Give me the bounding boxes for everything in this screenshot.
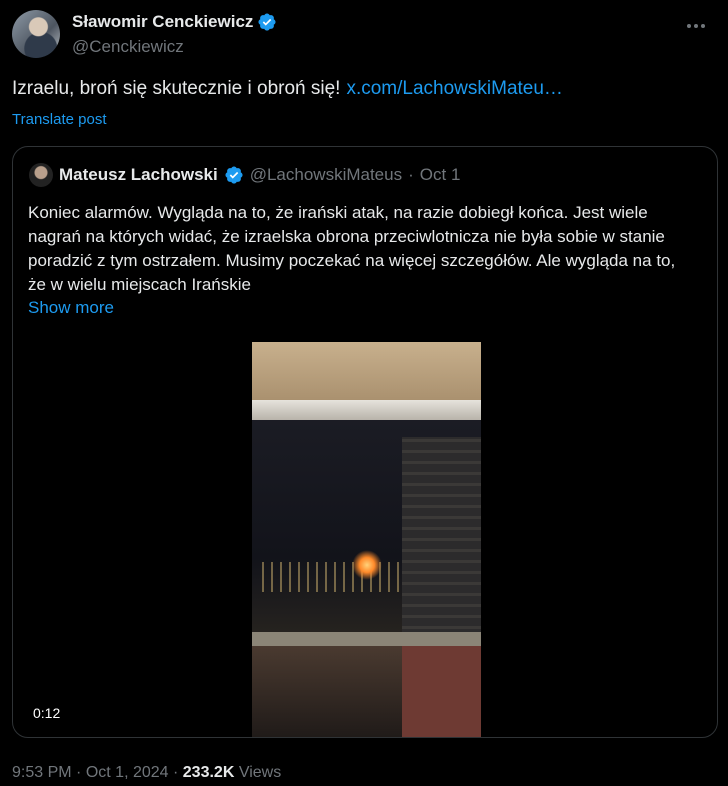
quoted-author-avatar	[29, 163, 53, 187]
quoted-author-handle: @LachowskiMateus	[249, 165, 403, 184]
post-time[interactable]: 9:53 PM	[12, 764, 72, 781]
video-player[interactable]	[252, 342, 481, 737]
author-name[interactable]: Sławomir Cenckiewicz	[72, 12, 253, 32]
show-more-link[interactable]: Show more	[28, 298, 114, 318]
more-options-icon[interactable]	[680, 14, 712, 38]
video-frame-building	[402, 437, 481, 637]
post-body: Izraelu, broń się skutecznie i obroń się…	[12, 78, 341, 99]
translate-post-link[interactable]: Translate post	[12, 111, 107, 128]
quoted-post-header: Mateusz Lachowski @LachowskiMateus · Oct…	[29, 163, 460, 187]
verified-badge-icon	[258, 13, 276, 31]
video-frame-red-building	[402, 646, 481, 737]
video-frame-railing	[252, 632, 481, 646]
verified-badge-icon	[225, 166, 243, 184]
video-frame-explosion-glow	[352, 550, 382, 580]
author-name-row: Sławomir Cenckiewicz	[72, 12, 277, 32]
post-text: Izraelu, broń się skutecznie i obroń się…	[12, 78, 563, 100]
views-count: 233.2K	[182, 764, 235, 781]
video-frame-sky	[252, 342, 481, 402]
author-avatar[interactable]	[12, 10, 60, 58]
author-handle[interactable]: @Cenckiewicz	[72, 37, 277, 57]
author-info: Sławomir Cenckiewicz @Cenckiewicz	[72, 12, 277, 57]
quoted-author-name: Mateusz Lachowski	[59, 165, 218, 184]
separator-dot: ·	[408, 165, 414, 184]
post-header: Sławomir Cenckiewicz @Cenckiewicz	[12, 8, 716, 60]
post-meta: 9:53 PM · Oct 1, 2024 · 233.2K Views	[12, 764, 281, 782]
quoted-post-date: Oct 1	[419, 165, 461, 184]
views-label: Views	[238, 764, 282, 781]
quoted-post[interactable]: Mateusz Lachowski @LachowskiMateus · Oct…	[12, 146, 718, 738]
post-link[interactable]: x.com/LachowskiMateu…	[346, 78, 562, 99]
separator-dot: ·	[173, 764, 179, 781]
post-date[interactable]: Oct 1, 2024	[86, 764, 169, 781]
video-frame-ledge	[252, 400, 481, 420]
video-duration-badge: 0:12	[33, 705, 61, 721]
separator-dot: ·	[76, 764, 82, 781]
quoted-post-text: Koniec alarmów. Wygląda na to, że irańsk…	[28, 203, 676, 294]
